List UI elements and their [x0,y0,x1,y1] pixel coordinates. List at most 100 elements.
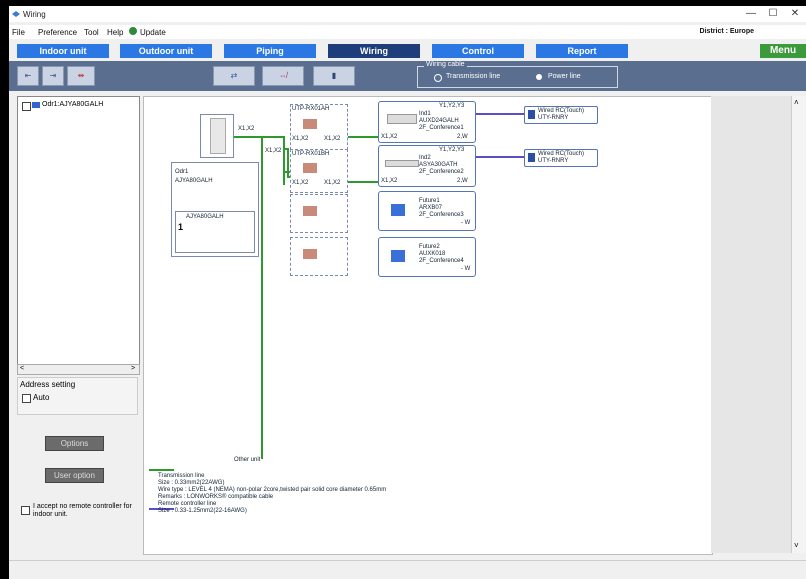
close-button[interactable]: ✕ [788,8,802,19]
user-option-button[interactable]: User option [45,468,104,483]
minimize-button[interactable]: — [744,8,758,19]
indoor1-terminal-left: X1,X2 [381,134,398,140]
disconnect-icon[interactable]: ⇎ [262,66,304,86]
indoor1-location: 2F_Conference1 [419,125,464,131]
outdoor-inner-model: AJYA80GALH [186,214,224,220]
indoor2-terminal-left: X1,X2 [381,178,398,184]
future-unit-1[interactable]: Future1 ARXB07 2F_Conference3 - W [378,191,476,231]
tab-outdoor-unit[interactable]: Outdoor unit [120,44,212,58]
redo-icon[interactable]: ⇥ [42,66,64,86]
connect-icon[interactable]: ⇄ [213,66,255,86]
remote-title: Remote controller line [158,501,217,507]
address-setting-group: Address setting Auto [17,377,138,415]
status-bar [9,560,806,579]
indoor2-terminal: Y1,Y2,Y3 [439,147,465,153]
future1-name: Future1 [419,198,440,204]
remote-controller-2[interactable]: Wired RC(Touch) UTY-RNRY [524,149,598,167]
app-icon [12,11,20,17]
accept-checkbox[interactable] [21,506,30,515]
remote2-name: Wired RC(Touch) [538,151,585,157]
tab-report[interactable]: Report [536,44,628,58]
outdoor-model: AJYA80GALH [175,178,213,184]
power-line-radio[interactable] [536,74,542,80]
scroll-up-icon[interactable]: ˄ [794,98,799,107]
utp2-terminal-right: X1,X2 [324,180,341,186]
utp-box-2[interactable]: UTP-RX01BH X1,X2 X1,X2 [290,149,348,193]
utp-box-1[interactable]: UTP-RX01AH X1,X2 X1,X2 [290,104,348,150]
power-line-label: Power line [548,73,581,80]
menu-file[interactable]: File [12,28,25,37]
menu-button[interactable]: Menu [760,44,806,58]
utp-box-3[interactable] [290,194,348,233]
indoor-unit-2[interactable]: Y1,Y2,Y3 Ind2 ASYA30GATH 2F_Conference2 … [378,145,476,187]
future1-model: ARXB07 [419,205,443,211]
transmission-title: Transmission line [158,473,205,479]
menu-help[interactable]: Help [107,28,123,37]
tab-piping[interactable]: Piping [224,44,316,58]
future1-location: 2F_Conference3 [419,212,464,218]
utp1-name: UTP-RX01AH [292,106,330,112]
remote1-name: Wired RC(Touch) [538,108,585,114]
remote-controller-1[interactable]: Wired RC(Touch) UTY-RNRY [524,106,598,124]
utp-box-4[interactable] [290,237,348,276]
wiring-notes: Transmission line Size : 0.33mm2(22AWG) … [158,473,458,515]
tab-indoor-unit[interactable]: Indoor unit [17,44,109,58]
auto-wiring-icon[interactable]: ⇹ [67,66,95,86]
scroll-right-icon[interactable]: > [131,365,135,372]
tree-item-label[interactable]: Odr1:AJYA80GALH [42,101,103,108]
options-button[interactable]: Options [45,436,104,451]
future2-name: Future2 [419,244,440,250]
outdoor-unit-icon [210,118,226,154]
future1-w: - W [461,220,471,226]
title-bar: Wiring — ☐ ✕ [9,6,806,22]
outdoor-inner-box: AJYA80GALH 1 [175,211,255,253]
indoor2-icon [385,160,419,167]
unit-tree-panel: Odr1:AJYA80GALH [17,96,140,374]
undo-icon[interactable]: ⇤ [17,66,39,86]
transmission-line-label: Transmission line [446,73,501,80]
outdoor-terminal: X1,X2 [238,126,255,132]
district-label: District : Europe [699,28,754,35]
menu-tool[interactable]: Tool [84,28,99,37]
utp2-name: UTP-RX01BH [292,151,330,157]
wiring-cable-group: Wiring cable Transmission line Power lin… [417,61,618,88]
address-setting-label: Address setting [20,380,76,389]
delete-icon[interactable]: ▮ [313,66,355,86]
utp3-icon [303,206,317,216]
future-unit-2[interactable]: Future2 AUXK018 2F_Conference4 - W [378,237,476,277]
future2-model: AUXK018 [419,251,446,257]
indoor-unit-1[interactable]: Y1,Y2,Y3 Ind1 AUXD24GALH 2F_Conference1 … [378,101,476,143]
outdoor-unit-image[interactable] [200,114,234,158]
right-margin-panel [711,96,791,553]
accept-label: I accept no remote controller for indoor… [33,503,132,518]
utp1-icon [303,119,317,129]
utp1-terminal-left: X1,X2 [292,136,309,142]
tree-item-checkbox[interactable] [22,102,31,111]
future2-icon [391,250,405,262]
utp2-icon [303,163,317,173]
branch-terminal: X1,X2 [265,148,282,154]
auto-checkbox[interactable] [22,394,31,403]
indoor1-icon [387,114,417,124]
update-icon [129,27,137,35]
utp2-terminal-left: X1,X2 [292,180,309,186]
horizontal-scrollbar[interactable]: < > [17,364,140,375]
wiring-canvas[interactable]: X1,X2 X1,X2 Odr1 AJYA80GALH AJYA80GALH 1… [143,96,713,555]
scroll-left-icon[interactable]: < [20,365,24,372]
vertical-scrollbar[interactable]: ˄ ˅ [791,96,805,553]
remarks: Remarks : LONWORKS® compatible cable [158,494,274,500]
wiring-cable-label: Wiring cable [424,61,467,68]
scroll-down-icon[interactable]: ˅ [794,541,799,550]
future2-location: 2F_Conference4 [419,258,464,264]
transmission-radio[interactable] [434,74,442,82]
indoor1-w: 2,W [457,134,468,140]
maximize-button[interactable]: ☐ [766,8,780,19]
remote1-icon [528,110,535,119]
outdoor-unit-box[interactable]: Odr1 AJYA80GALH AJYA80GALH 1 [171,162,259,257]
tab-wiring[interactable]: Wiring [328,44,420,58]
tab-control[interactable]: Control [432,44,524,58]
menu-preference[interactable]: Preference [38,28,77,37]
utp4-icon [303,249,317,259]
menu-update[interactable]: Update [140,28,166,37]
remote2-icon [528,153,535,162]
